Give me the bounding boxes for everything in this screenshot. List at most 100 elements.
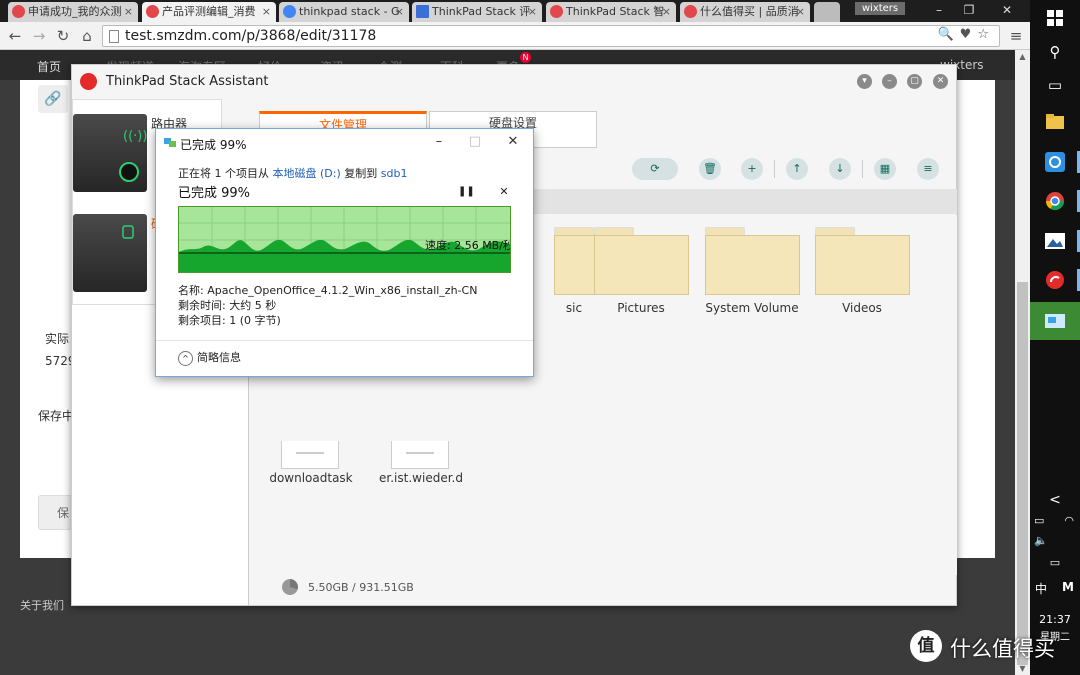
active-app-icon[interactable] <box>1030 302 1080 340</box>
tab-close-icon[interactable]: × <box>395 2 404 21</box>
tab-favicon-icon <box>146 5 159 18</box>
ime-mode-icon[interactable]: M <box>1030 580 1080 594</box>
chrome-icon[interactable] <box>1042 189 1068 213</box>
new-tab-button[interactable] <box>814 2 840 22</box>
app-minimize-button[interactable]: – <box>882 74 897 89</box>
tab-close-icon[interactable]: × <box>262 2 271 21</box>
watermark-logo-icon: 值 <box>910 630 942 662</box>
scroll-up-icon[interactable]: ▲ <box>1015 52 1030 61</box>
photos-icon[interactable] <box>1042 229 1068 253</box>
saving-status: 保存中 <box>38 409 75 423</box>
volume-icon[interactable]: 🔈 <box>1030 534 1080 547</box>
tab-close-icon[interactable]: × <box>528 2 537 21</box>
tab-favicon-icon <box>12 5 25 18</box>
restore-button[interactable]: ❐ <box>952 0 986 22</box>
clock-time[interactable]: 21:37 <box>1030 613 1080 626</box>
copy-prefix: 正在将 1 个项目从 <box>178 167 273 180</box>
stop-button[interactable]: ✕ <box>496 184 512 200</box>
watermark-text: 什么值得买 <box>950 637 1055 661</box>
dialog-close-button[interactable]: ✕ <box>502 132 524 152</box>
back-button[interactable]: ← <box>4 25 26 47</box>
reload-button[interactable]: ↻ <box>52 25 74 47</box>
browser-tab-3[interactable]: thinkpad stack - G × <box>279 2 409 22</box>
tab-label: 申请成功_我的众测 <box>28 5 122 18</box>
windows-taskbar: ⚲ ▭ < ▭ ◠ 🔈 ▭ 中 M 21:37 星期二 <box>1030 0 1080 675</box>
new-folder-icon[interactable]: + <box>741 158 763 180</box>
router-image: ((·)) <box>73 114 147 192</box>
file-explorer-icon[interactable] <box>1042 110 1068 134</box>
chevron-up-icon: ^ <box>178 350 193 366</box>
forward-button[interactable]: → <box>28 25 50 47</box>
app-title: ThinkPad Stack Assistant <box>106 74 269 89</box>
time-left-line: 剩余时间: 大约 5 秒 <box>178 299 277 312</box>
profile-chip[interactable]: wixters <box>855 2 905 15</box>
app-title-bar[interactable]: ThinkPad Stack Assistant ▾ – ▢ ✕ <box>72 65 956 99</box>
tab-close-icon[interactable]: × <box>124 2 133 21</box>
dialog-maximize-button[interactable]: □ <box>464 132 486 152</box>
tab-favicon-icon <box>416 5 429 18</box>
trash-icon[interactable]: 🗑 <box>699 158 721 180</box>
app-maximize-button[interactable]: ▢ <box>907 74 922 89</box>
wifi-icon[interactable]: ◠ <box>1030 514 1080 527</box>
tray-expand-icon[interactable]: < <box>1030 492 1080 508</box>
task-view-icon[interactable]: ▭ <box>1042 73 1068 97</box>
url-text[interactable]: test.smzdm.com/p/3868/edit/31178 <box>125 26 376 46</box>
browser-tab-6[interactable]: 什么值得买 | 品质消 × <box>680 2 810 22</box>
minimize-button[interactable]: – <box>922 0 956 22</box>
browser-tab-2[interactable]: 产品评测编辑_消费 × <box>142 2 276 22</box>
nav-item-home[interactable]: 首页 <box>37 58 61 75</box>
tab-favicon-icon <box>684 5 697 18</box>
tab-label: ThinkPad Stack 评 <box>432 5 531 18</box>
tab-close-icon[interactable]: × <box>662 2 671 21</box>
tab-close-icon[interactable]: × <box>796 2 805 21</box>
storage-text: 5.50GB / 931.51GB <box>308 581 414 594</box>
folder-pictures[interactable] <box>594 227 689 295</box>
details-toggle[interactable]: ^ 简略信息 <box>178 349 241 366</box>
copy-icon <box>164 138 176 147</box>
omnibox-actions[interactable]: 🔍♥☆ <box>938 27 996 42</box>
close-window-button[interactable]: ✕ <box>990 0 1024 22</box>
upload-icon[interactable]: ↑ <box>786 158 808 180</box>
download-icon[interactable]: ↓ <box>829 158 851 180</box>
footer-about-link[interactable]: 关于我们 <box>20 597 64 613</box>
pause-button[interactable]: ❚❚ <box>458 184 475 200</box>
grid-view-icon[interactable]: ▦ <box>874 158 896 180</box>
sync-icon[interactable]: ⟳ <box>632 158 678 180</box>
dialog-minimize-button[interactable]: – <box>428 132 450 152</box>
file-icon[interactable] <box>281 441 339 469</box>
network-app-icon[interactable] <box>1042 150 1068 174</box>
app-settings-button[interactable]: ▾ <box>857 74 872 89</box>
folder-label: System Volume <box>705 301 799 315</box>
address-bar[interactable]: test.smzdm.com/p/3868/edit/31178 🔍♥☆ <box>102 25 1000 47</box>
file-icon[interactable] <box>391 441 449 469</box>
speed-graph: 速度: 2.56 MB/秒 <box>178 206 511 273</box>
thinkpad-stack-icon[interactable] <box>1042 268 1068 292</box>
list-view-icon[interactable]: ≡ <box>917 158 939 180</box>
chrome-menu-button[interactable]: ≡ <box>1008 26 1024 46</box>
disk-icon <box>122 225 134 239</box>
folder-system-volume[interactable] <box>705 227 800 295</box>
page-scrollbar[interactable]: ▲ ▼ <box>1015 50 1030 675</box>
scrollbar-thumb[interactable] <box>1017 282 1028 665</box>
browser-tab-1[interactable]: 申请成功_我的众测 × <box>8 2 138 22</box>
notification-center-icon[interactable]: ▭ <box>1030 556 1080 569</box>
copy-mid: 复制到 <box>340 167 381 180</box>
search-icon[interactable]: ⚲ <box>1042 40 1068 64</box>
speed-label: 速度: 2.56 MB/秒 <box>425 239 511 252</box>
file-label: downloadtask <box>269 471 353 485</box>
folder-videos[interactable] <box>815 227 910 295</box>
home-button[interactable]: ⌂ <box>76 25 98 47</box>
link-icon[interactable]: 🔗 <box>38 85 68 113</box>
windows-logo-icon[interactable] <box>1042 6 1068 30</box>
copy-destination-link[interactable]: sdb1 <box>381 167 408 180</box>
tab-favicon-icon <box>283 5 296 18</box>
save-button[interactable]: 保 <box>38 495 72 530</box>
toolbar-divider <box>774 160 775 178</box>
browser-tab-5[interactable]: ThinkPad Stack 智 × <box>546 2 676 22</box>
browser-tab-4[interactable]: ThinkPad Stack 评 × <box>412 2 542 22</box>
tab-label: ThinkPad Stack 智 <box>566 5 665 18</box>
pie-chart-icon <box>282 579 298 595</box>
copy-description: 正在将 1 个项目从 本地磁盘 (D:) 复制到 sdb1 <box>178 165 407 181</box>
app-close-button[interactable]: ✕ <box>933 74 948 89</box>
copy-source-link[interactable]: 本地磁盘 (D:) <box>273 167 341 180</box>
